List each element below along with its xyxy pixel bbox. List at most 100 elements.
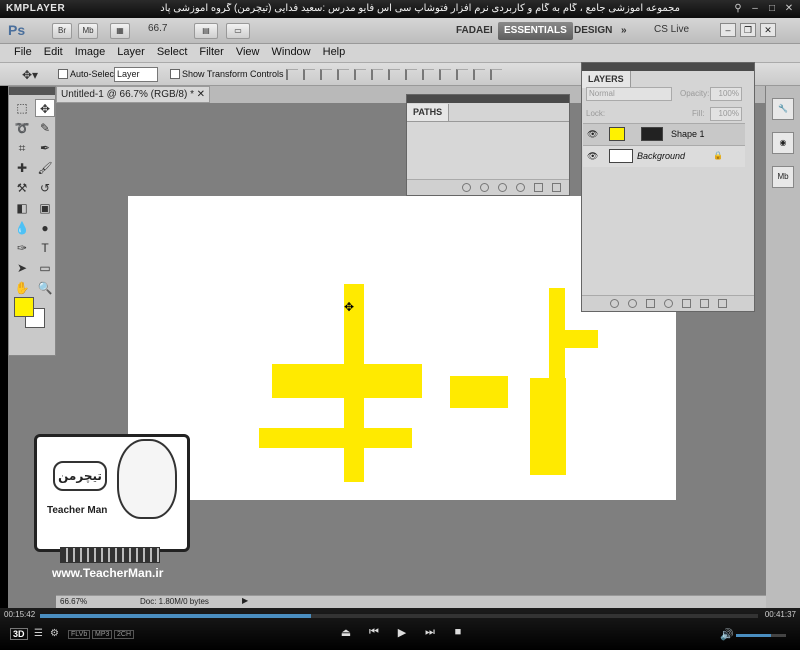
- clone-stamp-tool-icon[interactable]: ⚒: [12, 179, 32, 197]
- menu-file[interactable]: File: [8, 44, 38, 62]
- menu-help[interactable]: Help: [317, 44, 352, 62]
- auto-select-dropdown[interactable]: Layer: [114, 67, 158, 82]
- stop-icon[interactable]: ■: [452, 626, 464, 639]
- close-document-icon[interactable]: ✕: [197, 87, 205, 102]
- bridge-button[interactable]: Br: [52, 23, 72, 39]
- new-path-icon[interactable]: [534, 183, 543, 192]
- dodge-tool-icon[interactable]: ●: [35, 219, 55, 237]
- screen-mode-button[interactable]: ▭: [226, 23, 250, 39]
- menu-select[interactable]: Select: [151, 44, 194, 62]
- move-tool-preset-icon[interactable]: ✥▾: [22, 68, 38, 82]
- paths-tab[interactable]: PATHS: [407, 104, 450, 121]
- playlist-icon[interactable]: ☰: [34, 628, 43, 639]
- brush-tool-icon[interactable]: 🖌: [35, 159, 55, 177]
- workspace-essentials[interactable]: ESSENTIALS: [498, 22, 573, 40]
- stroke-path-icon[interactable]: [480, 183, 489, 192]
- layer-row-shape-1[interactable]: 👁 Shape 1: [583, 123, 745, 145]
- marquee-tool-icon[interactable]: ⬚: [12, 99, 32, 117]
- status-zoom[interactable]: 66.67%: [60, 597, 87, 606]
- zoom-level[interactable]: 66.7: [148, 23, 167, 34]
- minimize-icon[interactable]: –: [748, 2, 762, 15]
- eyedropper-tool-icon[interactable]: ✒: [35, 139, 55, 157]
- blend-mode-dropdown[interactable]: Normal: [586, 87, 672, 101]
- menu-filter[interactable]: Filter: [193, 44, 229, 62]
- shape-vertical-bar-2[interactable]: [549, 288, 565, 384]
- menu-view[interactable]: View: [230, 44, 266, 62]
- workspace-design[interactable]: DESIGN: [568, 22, 618, 40]
- volume-slider[interactable]: [736, 634, 786, 637]
- distribute-hcenter-icon[interactable]: [456, 69, 468, 80]
- make-work-path-icon[interactable]: [516, 183, 525, 192]
- adjustment-layer-icon[interactable]: [663, 299, 673, 308]
- cs-live-button[interactable]: CS Live: [654, 24, 689, 35]
- shape-horizontal-bar-2[interactable]: [259, 428, 412, 448]
- ps-restore-icon[interactable]: ❐: [740, 23, 756, 37]
- layer-style-icon[interactable]: [627, 299, 637, 308]
- move-tool-icon[interactable]: ✥: [35, 99, 55, 117]
- foreground-color-swatch[interactable]: [14, 297, 34, 317]
- layer-row-background[interactable]: 👁 Background 🔒: [583, 145, 745, 167]
- menu-image[interactable]: Image: [69, 44, 112, 62]
- eject-icon[interactable]: ⏏: [340, 626, 352, 639]
- ps-close-icon[interactable]: ✕: [760, 23, 776, 37]
- gradient-tool-icon[interactable]: ▣: [35, 199, 55, 217]
- volume-icon[interactable]: 🔊: [720, 628, 734, 641]
- distribute-vcenter-icon[interactable]: [405, 69, 417, 80]
- shape-arm[interactable]: [564, 330, 598, 348]
- pin-icon[interactable]: ⚲: [731, 2, 745, 15]
- distribute-left-icon[interactable]: [439, 69, 451, 80]
- align-left-icon[interactable]: [337, 69, 349, 80]
- layers-tab[interactable]: LAYERS: [582, 71, 631, 88]
- next-icon[interactable]: ⏭: [424, 626, 436, 639]
- paths-list[interactable]: [407, 121, 569, 179]
- more-workspaces-icon[interactable]: »: [615, 22, 633, 40]
- align-bottom-icon[interactable]: [320, 69, 332, 80]
- hand-tool-icon[interactable]: ✋: [12, 279, 32, 297]
- delete-path-icon[interactable]: [552, 183, 561, 192]
- eraser-tool-icon[interactable]: ◧: [12, 199, 32, 217]
- mini-bridge-dock-icon[interactable]: Mb: [772, 166, 794, 188]
- distribute-top-icon[interactable]: [388, 69, 400, 80]
- previous-icon[interactable]: ⏮: [368, 626, 380, 639]
- status-menu-arrow-icon[interactable]: ▶: [242, 596, 248, 605]
- menu-window[interactable]: Window: [266, 44, 317, 62]
- 3d-badge[interactable]: 3D: [10, 628, 28, 640]
- align-hcenter-icon[interactable]: [354, 69, 366, 80]
- load-selection-icon[interactable]: [498, 183, 507, 192]
- path-select-tool-icon[interactable]: ➤: [12, 259, 32, 277]
- ps-minimize-icon[interactable]: –: [720, 23, 736, 37]
- play-icon[interactable]: ▶: [396, 626, 408, 639]
- pen-tool-icon[interactable]: ✑: [12, 239, 32, 257]
- opacity-input[interactable]: 100%: [710, 87, 742, 101]
- delete-layer-icon[interactable]: [717, 299, 727, 308]
- blur-tool-icon[interactable]: 💧: [12, 219, 32, 237]
- distribute-bottom-icon[interactable]: [422, 69, 434, 80]
- link-layers-icon[interactable]: [609, 299, 619, 308]
- menu-layer[interactable]: Layer: [111, 44, 151, 62]
- color-wheel-icon[interactable]: ◉: [772, 132, 794, 154]
- tools-panel-header[interactable]: [9, 87, 55, 95]
- new-group-icon[interactable]: [681, 299, 691, 308]
- workspace-fadaei[interactable]: FADAEI: [450, 22, 499, 40]
- auto-align-icon[interactable]: [490, 69, 502, 80]
- menu-edit[interactable]: Edit: [38, 44, 69, 62]
- auto-select-checkbox[interactable]: [58, 69, 68, 79]
- settings-gear-icon[interactable]: ⚙: [50, 628, 59, 639]
- visibility-eye-icon[interactable]: 👁: [587, 129, 598, 139]
- fill-input[interactable]: 100%: [710, 107, 742, 121]
- align-top-icon[interactable]: [286, 69, 298, 80]
- crop-tool-icon[interactable]: ⌗: [12, 139, 32, 157]
- history-brush-tool-icon[interactable]: ↺: [35, 179, 55, 197]
- mini-bridge-button[interactable]: Mb: [78, 23, 98, 39]
- arrange-docs-button[interactable]: ▤: [194, 23, 218, 39]
- align-right-icon[interactable]: [371, 69, 383, 80]
- view-extras-button[interactable]: ▦: [110, 23, 130, 39]
- vector-mask-thumbnail[interactable]: [641, 127, 663, 141]
- zoom-tool-icon[interactable]: 🔍: [35, 279, 55, 297]
- quick-select-tool-icon[interactable]: ✎: [35, 119, 55, 137]
- close-icon[interactable]: ✕: [782, 2, 796, 15]
- distribute-right-icon[interactable]: [473, 69, 485, 80]
- shape-lower-block[interactable]: [530, 378, 566, 475]
- visibility-eye-icon[interactable]: 👁: [587, 151, 598, 161]
- shape-horizontal-bar-1[interactable]: [272, 364, 422, 398]
